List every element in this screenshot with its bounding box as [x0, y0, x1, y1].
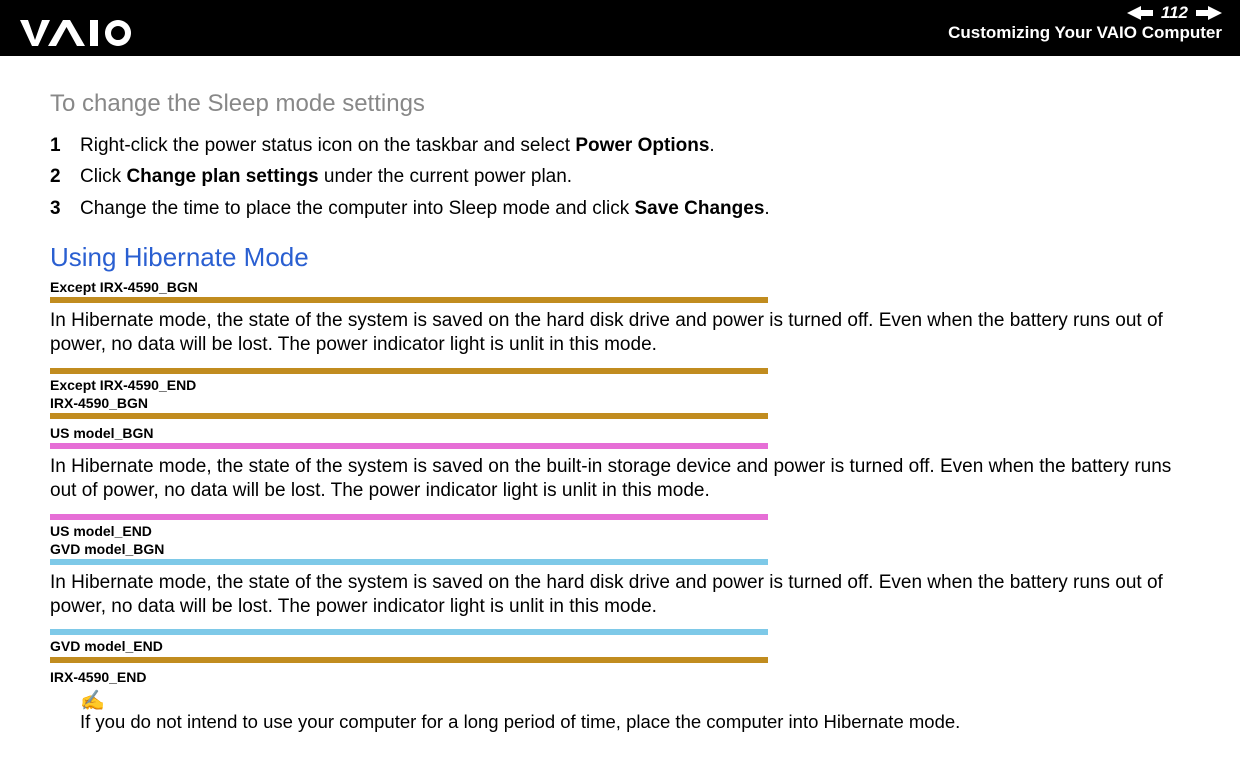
hibernate-heading: Using Hibernate Mode — [50, 242, 1190, 273]
step-text: Click Change plan settings under the cur… — [80, 161, 572, 192]
tag-gvd-bgn: GVD model_BGN — [50, 541, 1190, 557]
hibernate-para-hdd-1: In Hibernate mode, the state of the syst… — [50, 309, 1190, 358]
bar-mustard — [50, 297, 768, 303]
note-block: ✍ If you do not intend to use your compu… — [80, 691, 1190, 733]
bar-mustard — [50, 413, 768, 419]
tag-gvd-end: GVD model_END — [50, 638, 1190, 654]
tag-except-irx-end: Except IRX-4590_END — [50, 377, 1190, 393]
bar-sky — [50, 629, 768, 635]
bar-magenta — [50, 514, 768, 520]
vaio-logo — [18, 18, 148, 48]
bar-magenta — [50, 443, 768, 449]
tag-us-end: US model_END — [50, 523, 1190, 539]
step-3: 3 Change the time to place the computer … — [50, 193, 1190, 224]
header-bar: 112 Customizing Your VAIO Computer — [0, 0, 1240, 56]
step-number: 3 — [50, 193, 80, 224]
tag-except-irx-bgn: Except IRX-4590_BGN — [50, 279, 1190, 295]
bar-mustard — [50, 368, 768, 374]
section-title: Customizing Your VAIO Computer — [948, 23, 1222, 43]
page-content: To change the Sleep mode settings 1 Righ… — [0, 56, 1240, 743]
step-1: 1 Right-click the power status icon on t… — [50, 130, 1190, 161]
header-nav: 112 Customizing Your VAIO Computer — [948, 4, 1222, 43]
tag-irx-end: IRX-4590_END — [50, 669, 1190, 685]
step-list: 1 Right-click the power status icon on t… — [50, 130, 1190, 224]
bar-mustard — [50, 657, 768, 663]
prev-page-arrow[interactable] — [1127, 6, 1153, 20]
sleep-settings-heading: To change the Sleep mode settings — [50, 90, 1190, 118]
next-page-arrow[interactable] — [1196, 6, 1222, 20]
step-number: 1 — [50, 130, 80, 161]
step-number: 2 — [50, 161, 80, 192]
tag-irx-bgn: IRX-4590_BGN — [50, 395, 1190, 411]
tag-us-bgn: US model_BGN — [50, 425, 1190, 441]
bar-sky — [50, 559, 768, 565]
note-pencil-icon: ✍ — [80, 691, 1190, 711]
hibernate-para-hdd-2: In Hibernate mode, the state of the syst… — [50, 571, 1190, 620]
page-number: 112 — [1161, 4, 1188, 21]
hibernate-para-builtin: In Hibernate mode, the state of the syst… — [50, 455, 1190, 504]
step-text: Change the time to place the computer in… — [80, 193, 770, 224]
step-2: 2 Click Change plan settings under the c… — [50, 161, 1190, 192]
note-text: If you do not intend to use your compute… — [80, 711, 1190, 733]
step-text: Right-click the power status icon on the… — [80, 130, 715, 161]
